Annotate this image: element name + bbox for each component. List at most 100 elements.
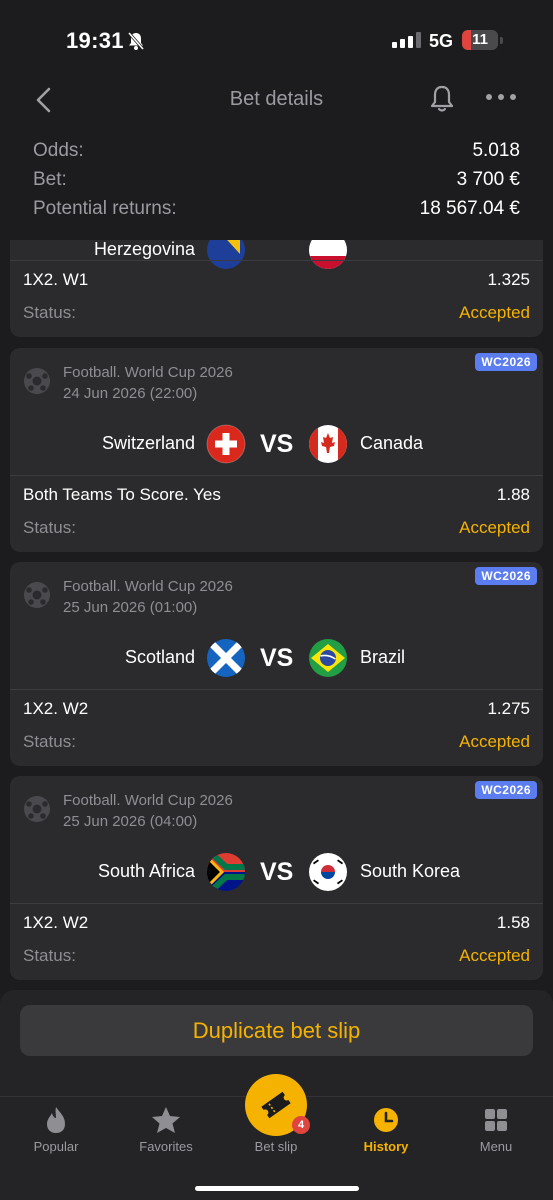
market-name: 1X2. W2	[23, 699, 89, 718]
status-value: Accepted	[459, 732, 530, 751]
battery-tip	[500, 37, 503, 44]
tab-label: Favorites	[139, 1139, 193, 1154]
status-value: Accepted	[459, 518, 530, 537]
soccer-ball-icon	[24, 368, 50, 394]
team1-name: Scotland	[124, 647, 195, 667]
tab-menu[interactable]: Menu	[441, 1097, 551, 1177]
market-row: Both Teams To Score. Yes 1.88	[23, 485, 530, 505]
team1-name: Herzegovina	[93, 240, 195, 259]
market-odds: 1.88	[496, 485, 530, 504]
bet-row: Bet: 3 700 €	[33, 169, 520, 198]
selections-list[interactable]: Herzegovina 1X2. W1 1.325 Status: Accept…	[0, 240, 553, 992]
match-datetime: 25 Jun 2026 (04:00)	[63, 813, 198, 830]
status-row: Status: Accepted	[23, 303, 530, 323]
match-meta: Football. World Cup 2026 24 Jun 2026 (22…	[63, 362, 233, 404]
market-row: 1X2. W2 1.275	[23, 699, 530, 719]
selection-card[interactable]: Football. World Cup 2026 25 Jun 2026 (04…	[10, 776, 543, 980]
brazil-flag-icon	[309, 639, 347, 677]
tournament-badge: WC2026	[475, 781, 537, 799]
returns-value: 18 567.04 €	[419, 198, 520, 219]
versus-label: VS	[260, 644, 294, 672]
market-row: 1X2. W2 1.58	[23, 913, 530, 933]
selection-card-partial: Herzegovina 1X2. W1 1.325 Status: Accept…	[10, 240, 543, 337]
competition-name: Football. World Cup 2026	[63, 364, 233, 381]
match-meta: Football. World Cup 2026 25 Jun 2026 (04…	[63, 790, 233, 832]
team1-name: Switzerland	[101, 433, 195, 453]
cellular-signal-icon	[392, 32, 421, 48]
status-label: Status:	[23, 732, 76, 751]
team1-name: South Africa	[97, 861, 195, 881]
bet-summary: Odds: 5.018 Bet: 3 700 € Potential retur…	[33, 140, 520, 227]
switzerland-flag-icon	[206, 424, 246, 464]
match-datetime: 24 Jun 2026 (22:00)	[63, 385, 198, 402]
teams-row: Scotland VS Brazil	[10, 638, 543, 678]
star-icon	[152, 1107, 180, 1133]
south-africa-flag-icon	[207, 853, 245, 891]
soccer-ball-icon	[24, 582, 50, 608]
tab-popular[interactable]: Popular	[1, 1097, 111, 1177]
status-bar: 19:31 5G 11	[0, 0, 553, 80]
selection-card[interactable]: Football. World Cup 2026 25 Jun 2026 (01…	[10, 562, 543, 766]
market-odds: 1.58	[496, 913, 530, 932]
team2-name: South Korea	[360, 861, 461, 881]
status-row: Status: Accepted	[23, 732, 530, 752]
tournament-badge: WC2026	[475, 567, 537, 585]
market-name: 1X2. W1	[23, 270, 89, 289]
bet-slip-count-badge: 4	[292, 1116, 310, 1134]
status-row: Status: Accepted	[23, 946, 530, 966]
status-value: Accepted	[459, 946, 530, 965]
market-odds: 1.325	[487, 270, 530, 289]
duplicate-bet-slip-button[interactable]: Duplicate bet slip	[20, 1005, 533, 1056]
bell-muted-icon	[127, 32, 145, 50]
battery-icon: 11	[462, 30, 498, 50]
scotland-flag-icon	[207, 639, 245, 677]
competition-name: Football. World Cup 2026	[63, 792, 233, 809]
tab-label: Popular	[33, 1139, 79, 1154]
tab-label: Menu	[479, 1139, 513, 1154]
team2-name: Canada	[360, 433, 424, 453]
odds-value: 5.018	[472, 140, 520, 161]
market-odds: 1.275	[487, 699, 530, 718]
odds-label: Odds:	[33, 140, 84, 161]
market-row: 1X2. W1 1.325	[23, 270, 530, 290]
status-label: Status:	[23, 303, 76, 322]
versus-label: VS	[260, 430, 294, 458]
more-options-icon[interactable]	[486, 94, 516, 100]
returns-row: Potential returns: 18 567.04 €	[33, 198, 520, 227]
bosnia-flag-icon	[207, 240, 245, 269]
tab-favorites[interactable]: Favorites	[111, 1097, 221, 1177]
status-row: Status: Accepted	[23, 518, 530, 538]
team2-name: Brazil	[360, 647, 406, 667]
status-label: Status:	[23, 518, 76, 537]
home-indicator[interactable]	[195, 1186, 359, 1191]
tab-label: Bet slip	[254, 1139, 298, 1154]
bet-value: 3 700 €	[456, 169, 520, 190]
south-korea-flag-icon	[309, 853, 347, 891]
tab-label: History	[363, 1139, 409, 1154]
returns-label: Potential returns:	[33, 198, 177, 219]
teams-row: South Africa VS South Korea	[10, 852, 543, 892]
network-type: 5G	[429, 31, 454, 51]
notification-bell-icon[interactable]	[428, 84, 456, 114]
odds-row: Odds: 5.018	[33, 140, 520, 169]
match-datetime: 25 Jun 2026 (01:00)	[63, 599, 198, 616]
status-label: Status:	[23, 946, 76, 965]
bet-label: Bet:	[33, 169, 67, 190]
teams-row: Switzerland VS Canada	[10, 424, 543, 464]
selection-card[interactable]: Football. World Cup 2026 24 Jun 2026 (22…	[10, 348, 543, 552]
market-name: 1X2. W2	[23, 913, 89, 932]
page-title: Bet details	[229, 88, 324, 110]
tournament-badge: WC2026	[475, 353, 537, 371]
grid-icon	[485, 1109, 507, 1131]
teams-row: Herzegovina	[10, 240, 543, 270]
status-value: Accepted	[459, 303, 530, 322]
nav-header: Bet details	[0, 70, 553, 130]
flame-icon	[47, 1107, 65, 1133]
tab-history[interactable]: History	[331, 1097, 441, 1177]
clock-icon	[374, 1108, 398, 1132]
market-name: Both Teams To Score. Yes	[23, 485, 221, 504]
versus-label: VS	[260, 858, 294, 886]
competition-name: Football. World Cup 2026	[63, 578, 233, 595]
canada-flag-icon	[309, 425, 347, 463]
clock-time: 19:31	[66, 28, 124, 53]
